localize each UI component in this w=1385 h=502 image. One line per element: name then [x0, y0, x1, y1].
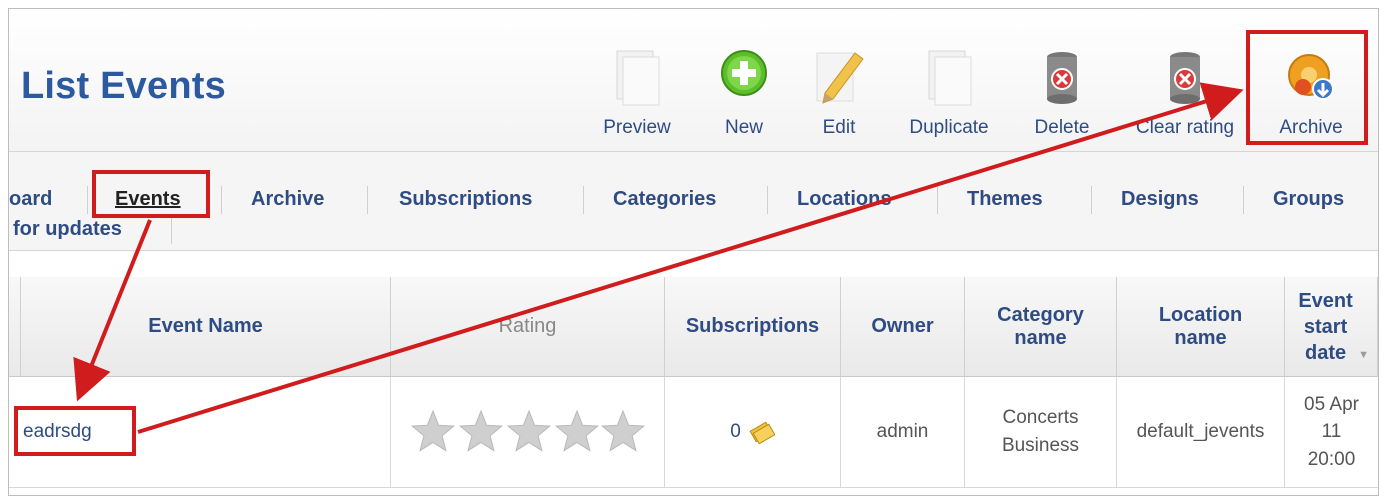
nav-separator	[937, 186, 938, 214]
preview-button[interactable]: Preview	[597, 49, 677, 141]
category-item: Business	[1001, 435, 1080, 456]
category-item: Concerts	[1002, 407, 1079, 429]
nav-separator	[767, 186, 768, 214]
column-header-category-name[interactable]: Category name	[965, 277, 1117, 377]
nav-item-groups[interactable]: Groups	[1273, 188, 1344, 211]
nav-separator	[367, 186, 368, 214]
edit-label: Edit	[822, 117, 856, 138]
nav-item-categories[interactable]: Categories	[613, 188, 716, 211]
nav-separator	[221, 186, 222, 214]
header-label: Category name	[997, 303, 1084, 349]
duplicate-button[interactable]: Duplicate	[899, 49, 999, 141]
nav-separator	[171, 216, 172, 244]
events-table: Event Name Rating Subscriptions Owner Ca…	[9, 277, 1378, 495]
nav-separator	[1243, 186, 1244, 214]
event-name-link[interactable]: eadrsdg	[23, 418, 92, 446]
new-label: New	[724, 117, 763, 138]
owner-cell: admin	[841, 377, 965, 487]
pencil-icon	[816, 52, 864, 104]
edit-button[interactable]: Edit	[809, 49, 869, 141]
nav-separator	[1091, 186, 1092, 214]
new-button[interactable]: New	[711, 49, 777, 141]
column-header-event-name[interactable]: Event Name	[21, 277, 391, 377]
star-icon[interactable]	[411, 410, 454, 452]
nav-item-archive[interactable]: Archive	[251, 188, 324, 211]
date-part: 11	[1321, 421, 1342, 443]
tickets-icon[interactable]	[749, 420, 775, 444]
header-label: Location name	[1158, 303, 1243, 349]
delete-button[interactable]: Delete	[1029, 49, 1095, 141]
pages-icon	[928, 50, 972, 106]
column-header-owner[interactable]: Owner	[841, 277, 965, 377]
toolbar-header: List Events Preview New Edit Duplicate D…	[9, 9, 1378, 152]
star-icon[interactable]	[555, 410, 598, 452]
delete-label: Delete	[1034, 117, 1090, 138]
trash-clear-icon	[1170, 52, 1200, 104]
header-label: Owner	[871, 315, 934, 337]
trash-delete-icon	[1047, 52, 1077, 104]
header-label: Event Name	[148, 315, 263, 337]
page-title: List Events	[21, 65, 226, 107]
subscriptions-cell: 0	[665, 377, 841, 487]
column-header-subscriptions[interactable]: Subscriptions	[665, 277, 841, 377]
column-header-select	[9, 277, 21, 377]
column-header-rating: Rating	[391, 277, 665, 377]
category-cell: Concerts Business	[965, 377, 1117, 487]
nav-item-subscriptions[interactable]: Subscriptions	[399, 188, 532, 211]
column-header-location-name[interactable]: Location name	[1117, 277, 1285, 377]
table-row-event-name-cell: eadrsdg	[9, 377, 391, 487]
archive-icon	[1288, 54, 1334, 100]
date-part: 05 Apr	[1304, 393, 1359, 415]
nav-separator	[87, 186, 88, 214]
nav-item-events[interactable]: Events	[115, 188, 181, 211]
nav-item-dashboard[interactable]: oard	[9, 188, 52, 211]
header-label: Subscriptions	[685, 315, 820, 337]
plus-circle-icon	[721, 50, 767, 96]
start-date-cell: 05 Apr 11 20:00	[1285, 377, 1378, 487]
duplicate-label: Duplicate	[909, 117, 989, 138]
nav-separator	[583, 186, 584, 214]
sort-desc-icon: ▼	[1358, 348, 1369, 361]
submenu-nav: oard Events Archive Subscriptions Catego…	[9, 152, 1378, 251]
star-icon[interactable]	[601, 410, 644, 452]
archive-label: Archive	[1279, 117, 1343, 138]
column-header-event-start-date[interactable]: Event start date ▼	[1285, 277, 1378, 377]
rating-cell	[391, 377, 665, 487]
nav-item-themes[interactable]: Themes	[967, 188, 1043, 211]
star-icon[interactable]	[459, 410, 502, 452]
date-part: 20:00	[1307, 448, 1356, 470]
star-icon[interactable]	[507, 410, 550, 452]
clear-rating-label: Clear rating	[1135, 117, 1235, 138]
nav-item-locations[interactable]: Locations	[797, 188, 891, 211]
location-cell: default_jevents	[1117, 377, 1285, 487]
rating-stars[interactable]	[410, 409, 646, 455]
page-icon	[616, 50, 660, 106]
nav-item-designs[interactable]: Designs	[1121, 188, 1199, 211]
subscriptions-count-link[interactable]: 0	[730, 418, 741, 446]
preview-label: Preview	[603, 117, 671, 138]
row-divider	[9, 487, 1378, 488]
header-label: Rating	[498, 315, 557, 337]
clear-rating-button[interactable]: Clear rating	[1125, 49, 1245, 141]
archive-button[interactable]: Archive	[1261, 49, 1361, 141]
nav-item-check-updates[interactable]: for updates	[13, 218, 122, 241]
header-label: Event start date	[1298, 289, 1353, 364]
app-window: List Events Preview New Edit Duplicate D…	[8, 8, 1379, 496]
